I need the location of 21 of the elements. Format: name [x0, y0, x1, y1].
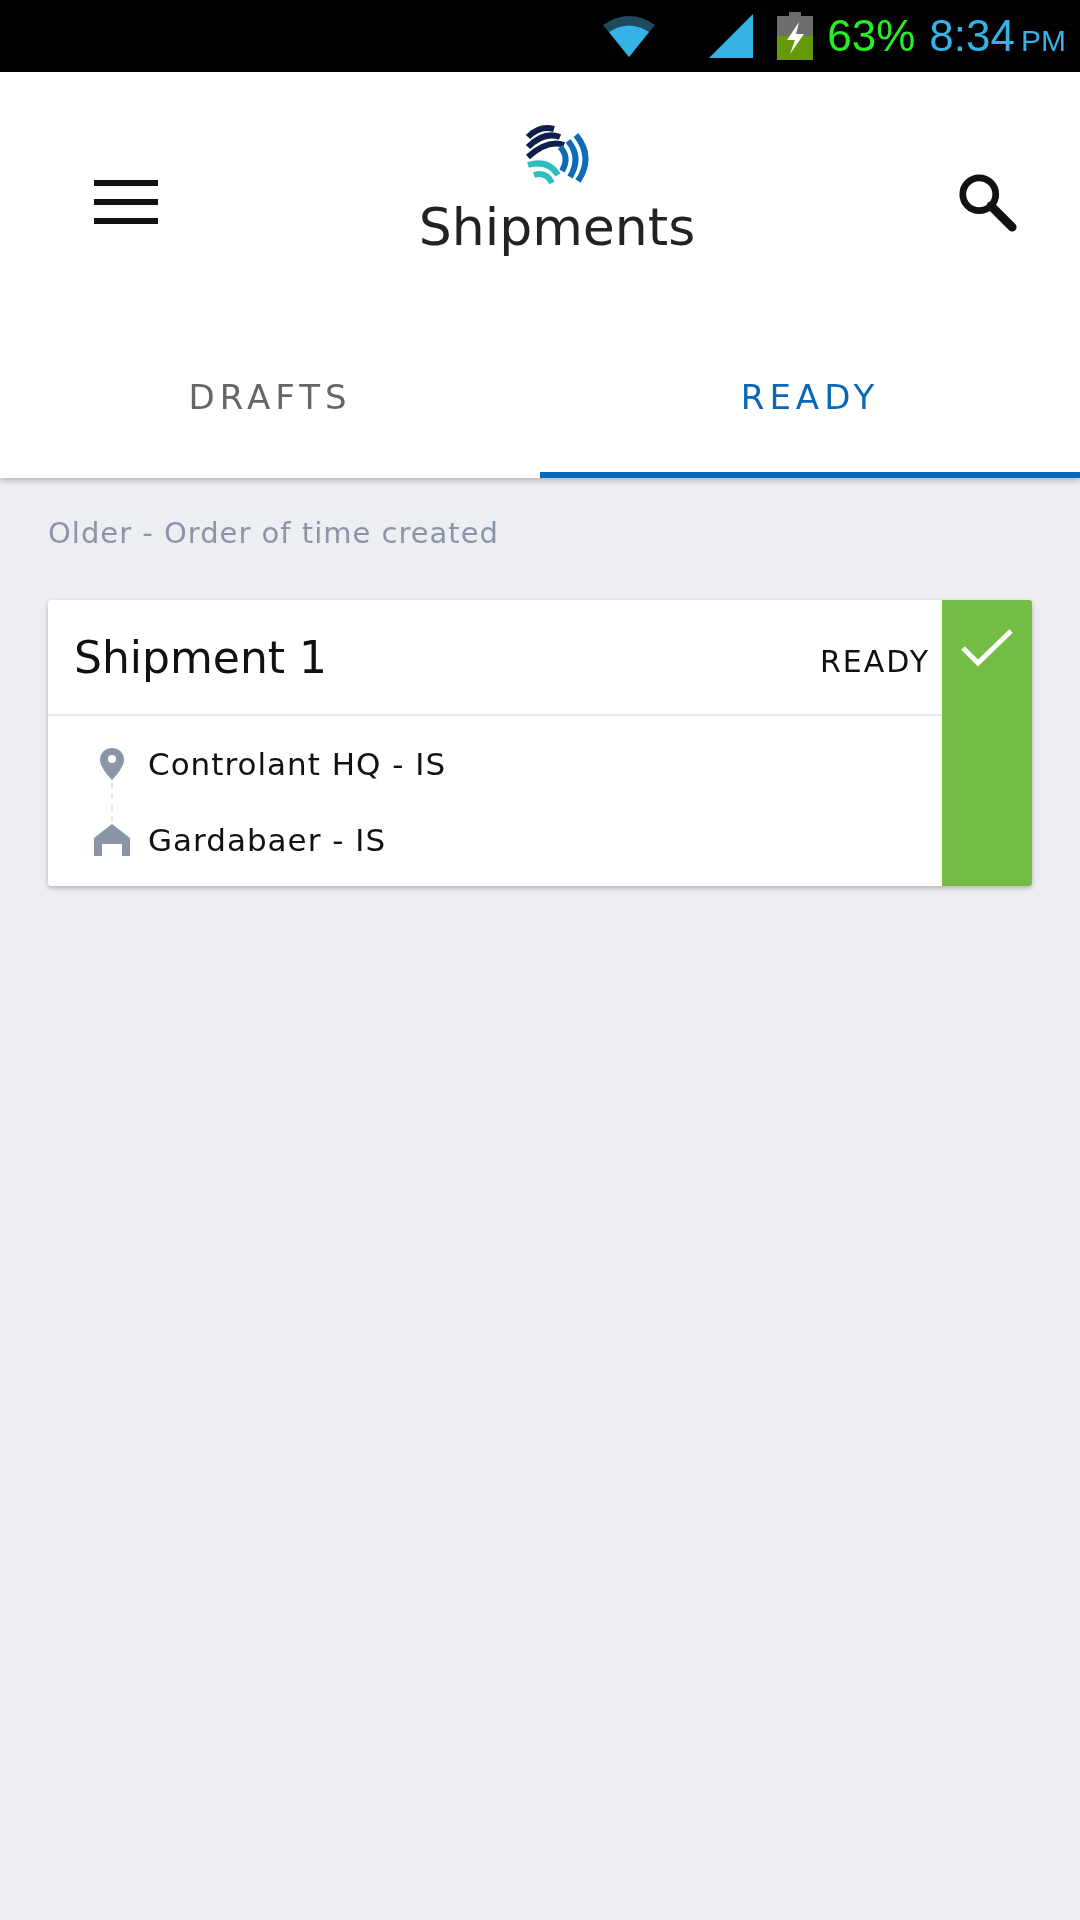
clock-time: 8:34 [929, 11, 1015, 61]
stop-location: Controlant HQ - IS [148, 746, 447, 782]
shipment-name: Shipment 1 [74, 631, 328, 683]
wifi-icon [603, 15, 656, 57]
search-icon [956, 171, 1018, 233]
battery-percentage: 63% [827, 11, 916, 61]
clock-period: PM [1021, 24, 1066, 58]
menu-button[interactable] [94, 180, 158, 224]
shipment-card[interactable]: Shipment 1 READY Controlant HQ - IS Gardabaer - IS [48, 600, 1032, 886]
screen-title: Shipments [418, 197, 696, 257]
menu-icon [94, 180, 158, 224]
tab[interactable]: READY [540, 332, 1080, 478]
checkmark-icon [960, 628, 1014, 668]
signal-icon [709, 14, 754, 58]
warehouse-icon [94, 824, 130, 856]
search-button[interactable] [956, 171, 1018, 233]
battery-icon [777, 12, 814, 60]
stop-location: Gardabaer - IS [148, 822, 387, 858]
shipment-status: READY [819, 643, 930, 679]
section-label: Older - Order of time created [48, 516, 499, 550]
tab[interactable]: DRAFTS [0, 332, 540, 478]
